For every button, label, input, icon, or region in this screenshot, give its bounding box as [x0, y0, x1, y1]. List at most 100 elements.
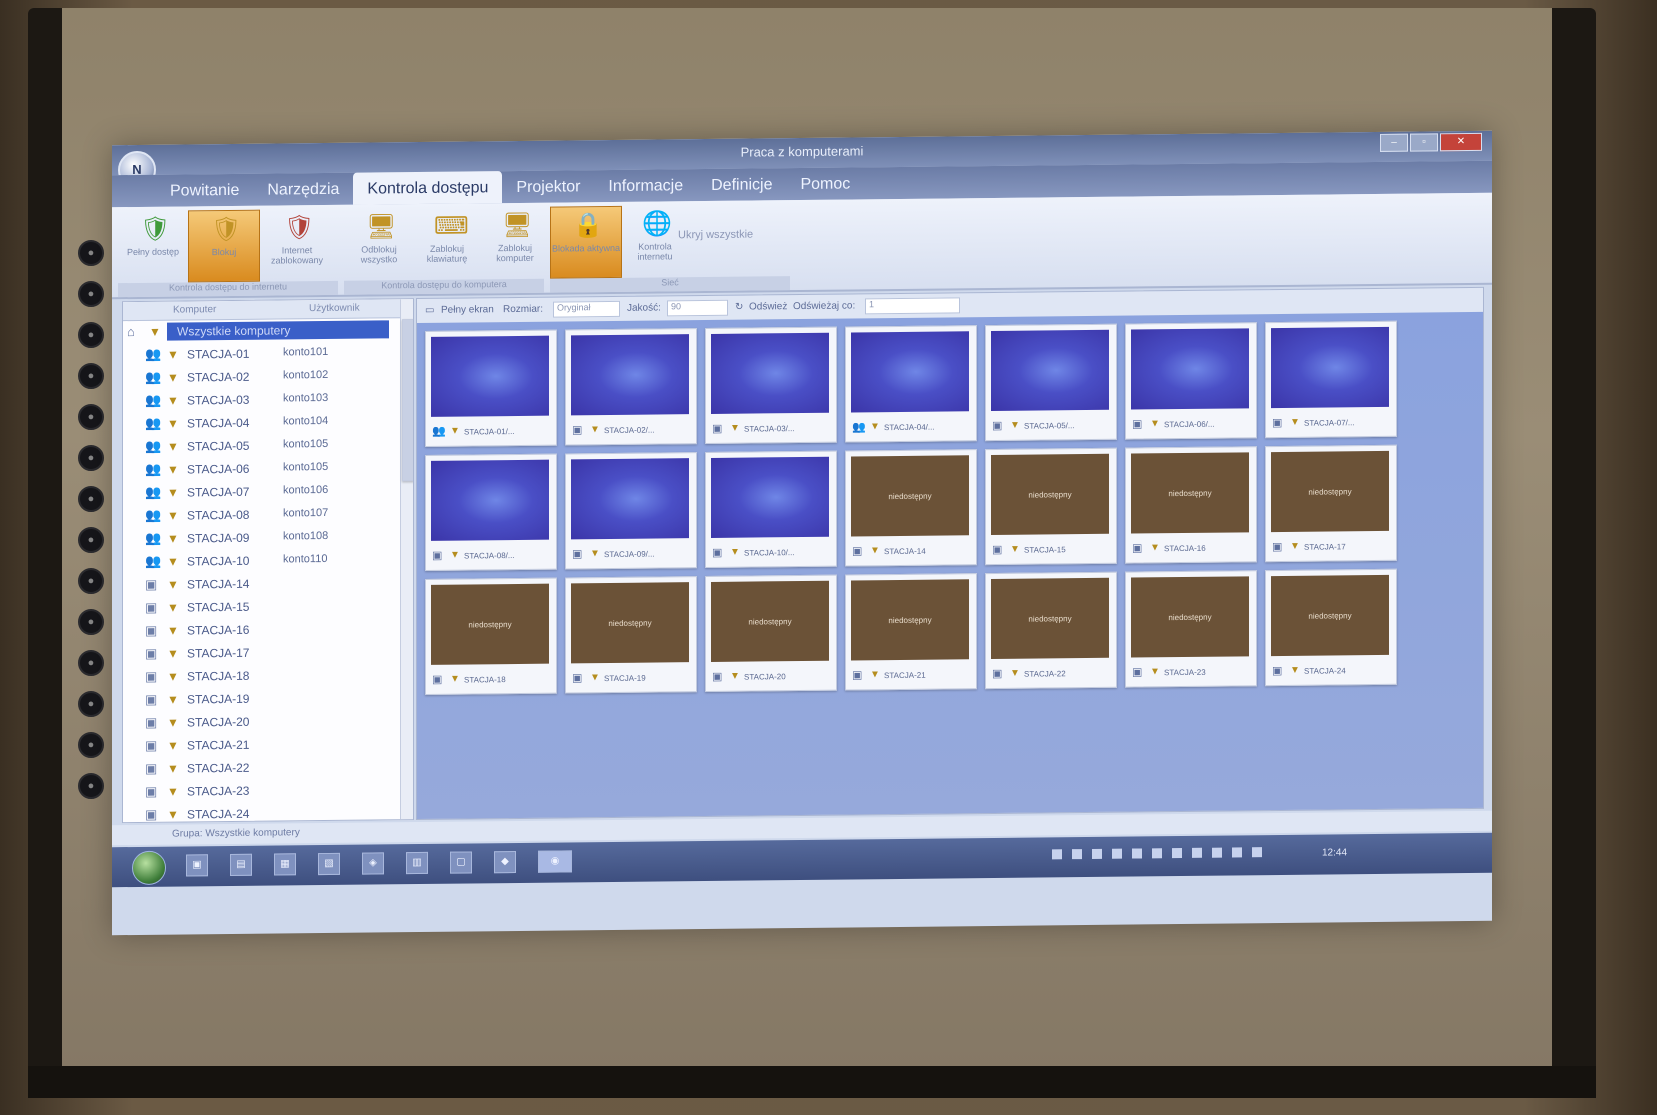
scrollbar-thumb[interactable]	[402, 319, 414, 482]
tree-row-computer[interactable]: 👥 ▼ STACJA-04 konto104	[123, 410, 413, 436]
screen-thumbnail[interactable]: niedostępny ▣ ▼ STACJA-14	[845, 449, 977, 567]
screen-thumbnail[interactable]: niedostępny ▣ ▼ STACJA-22	[985, 571, 1117, 690]
tray-icon[interactable]	[1112, 848, 1122, 859]
whiteboard-button[interactable]: ●	[78, 240, 104, 266]
screen-preview[interactable]: niedostępny	[991, 453, 1109, 536]
tree-row-computer[interactable]: 👥 ▼ STACJA-06 konto105	[123, 456, 413, 482]
screen-preview[interactable]	[711, 456, 829, 538]
tree-row-computer[interactable]: ▣ ▼ STACJA-18	[123, 663, 413, 689]
ribbon-button-3[interactable]: 🖥 Odblokuj wszystko	[344, 208, 414, 279]
whiteboard-button[interactable]: ●	[78, 363, 104, 389]
column-user[interactable]: Użytkownik	[309, 303, 360, 315]
column-computer[interactable]: Komputer	[173, 304, 216, 315]
screen-thumbnail[interactable]: 👥 ▼ STACJA-01/...	[425, 329, 557, 447]
quality-select[interactable]: 90	[667, 299, 728, 317]
tray-icon[interactable]	[1152, 848, 1162, 859]
tree-row-computer[interactable]: ▣ ▼ STACJA-22	[123, 755, 413, 781]
taskbar-app-icon[interactable]: ▤	[230, 853, 252, 876]
refresh-interval-select[interactable]: 1	[865, 297, 960, 315]
tray-icon[interactable]	[1212, 847, 1222, 858]
tree-row-computer[interactable]: ▣ ▼ STACJA-24	[123, 801, 413, 823]
screen-thumbnail[interactable]: niedostępny ▣ ▼ STACJA-18	[425, 577, 557, 695]
tree-row-computer[interactable]: ▣ ▼ STACJA-14	[123, 571, 413, 597]
screen-preview[interactable]	[571, 458, 689, 540]
tray-icon[interactable]	[1172, 848, 1182, 859]
tree-row-computer[interactable]: 👥 ▼ STACJA-05 konto105	[123, 433, 413, 459]
screen-preview[interactable]	[1131, 328, 1249, 410]
whiteboard-button[interactable]: ●	[78, 732, 104, 758]
tab-5[interactable]: Definicje	[697, 168, 786, 201]
minimize-button[interactable]: –	[1380, 133, 1408, 152]
whiteboard-button[interactable]: ●	[78, 486, 104, 512]
taskbar-app-icon[interactable]: ▥	[406, 851, 428, 875]
screen-thumbnail[interactable]: niedostępny ▣ ▼ STACJA-15	[985, 447, 1117, 566]
screen-thumbnail[interactable]: ▣ ▼ STACJA-06/...	[1125, 322, 1257, 440]
screen-thumbnail[interactable]: ▣ ▼ STACJA-05/...	[985, 323, 1117, 442]
tree-scrollbar[interactable]	[400, 299, 414, 820]
screen-thumbnail[interactable]: niedostępny ▣ ▼ STACJA-24	[1265, 568, 1397, 687]
tree-row-computer[interactable]: ▣ ▼ STACJA-16	[123, 617, 413, 643]
screen-thumbnail[interactable]: 👥 ▼ STACJA-04/...	[845, 325, 977, 443]
screen-preview[interactable]	[571, 334, 689, 416]
screen-thumbnail[interactable]: niedostępny ▣ ▼ STACJA-20	[705, 574, 837, 693]
taskbar-app-icon[interactable]: ▣	[186, 854, 208, 877]
close-button[interactable]: ✕	[1440, 132, 1482, 152]
screen-thumbnail[interactable]: ▣ ▼ STACJA-07/...	[1265, 320, 1397, 439]
screen-preview[interactable]: niedostępny	[991, 577, 1109, 660]
screen-thumbnail[interactable]: niedostępny ▣ ▼ STACJA-23	[1125, 570, 1257, 688]
screen-preview[interactable]: niedostępny	[851, 579, 969, 661]
screen-thumbnail[interactable]: ▣ ▼ STACJA-09/...	[565, 452, 697, 570]
whiteboard-button[interactable]: ●	[78, 322, 104, 348]
tray-icon[interactable]	[1072, 849, 1082, 860]
tree-row-computer[interactable]: 👥 ▼ STACJA-03 konto103	[123, 387, 413, 413]
tray-icon[interactable]	[1132, 848, 1142, 859]
screen-thumbnail[interactable]: niedostępny ▣ ▼ STACJA-19	[565, 576, 697, 694]
screen-thumbnail[interactable]: ▣ ▼ STACJA-02/...	[565, 328, 697, 446]
ribbon-button-0[interactable]: 🛡 Pełny dostęp	[118, 210, 188, 281]
tab-0[interactable]: Powitanie	[156, 174, 253, 207]
screen-preview[interactable]: niedostępny	[431, 583, 549, 665]
screen-thumbnail[interactable]: ▣ ▼ STACJA-03/...	[705, 326, 837, 445]
tab-1[interactable]: Narzędzia	[253, 173, 353, 206]
tray-icon[interactable]	[1192, 847, 1202, 858]
ribbon-button-5[interactable]: 🖥 Zablokuj komputer	[480, 207, 550, 278]
tree-row-computer[interactable]: ▣ ▼ STACJA-17	[123, 640, 413, 666]
tab-3[interactable]: Projektor	[502, 170, 594, 203]
whiteboard-button[interactable]: ●	[78, 445, 104, 471]
tab-6[interactable]: Pomoc	[786, 167, 864, 200]
tray-icon[interactable]	[1232, 847, 1242, 858]
screen-preview[interactable]	[711, 332, 829, 414]
screen-thumbnail[interactable]: niedostępny ▣ ▼ STACJA-21	[845, 573, 977, 691]
screen-preview[interactable]: niedostępny	[851, 455, 969, 537]
screen-preview[interactable]	[1271, 326, 1389, 409]
screen-thumbnail[interactable]: niedostępny ▣ ▼ STACJA-17	[1265, 444, 1397, 563]
tree-row-computer[interactable]: 👥 ▼ STACJA-09 konto108	[123, 525, 413, 551]
tab-2[interactable]: Kontrola dostępu	[353, 171, 503, 205]
taskbar-app-icon[interactable]: ▢	[450, 851, 472, 874]
whiteboard-button[interactable]: ●	[78, 527, 104, 553]
screen-preview[interactable]: niedostępny	[1271, 450, 1389, 533]
screen-preview[interactable]	[431, 459, 549, 541]
screen-preview[interactable]: niedostępny	[1271, 574, 1389, 657]
taskbar-app-icon[interactable]: ▦	[274, 853, 296, 876]
whiteboard-button[interactable]: ●	[78, 404, 104, 430]
ribbon-button-7[interactable]: 🌐 Kontrola internetu	[620, 205, 690, 276]
screen-thumbnail[interactable]: ▣ ▼ STACJA-08/...	[425, 453, 557, 571]
whiteboard-button[interactable]: ●	[78, 773, 104, 799]
tree-root-all-computers[interactable]: ⌂ ▼ Wszystkie komputery	[123, 318, 413, 344]
tab-4[interactable]: Informacje	[594, 169, 697, 202]
tree-row-computer[interactable]: ▣ ▼ STACJA-23	[123, 778, 413, 804]
tray-icon[interactable]	[1092, 848, 1102, 859]
ribbon-button-6[interactable]: 🔒 Blokada aktywna	[550, 205, 622, 279]
screen-preview[interactable]: niedostępny	[571, 582, 689, 664]
tree-row-computer[interactable]: 👥 ▼ STACJA-01 konto101	[123, 341, 413, 367]
tree-row-computer[interactable]: ▣ ▼ STACJA-21	[123, 732, 413, 758]
ribbon-button-2[interactable]: 🛡 Internet zablokowany	[262, 209, 332, 280]
screen-preview[interactable]: niedostępny	[711, 580, 829, 662]
screen-preview[interactable]	[851, 331, 969, 413]
volume-icon[interactable]	[1252, 847, 1262, 858]
whiteboard-button[interactable]: ●	[78, 609, 104, 635]
tray-icon[interactable]	[1052, 849, 1062, 860]
whiteboard-button[interactable]: ●	[78, 650, 104, 676]
taskbar-app-icon[interactable]: ◈	[362, 852, 384, 875]
